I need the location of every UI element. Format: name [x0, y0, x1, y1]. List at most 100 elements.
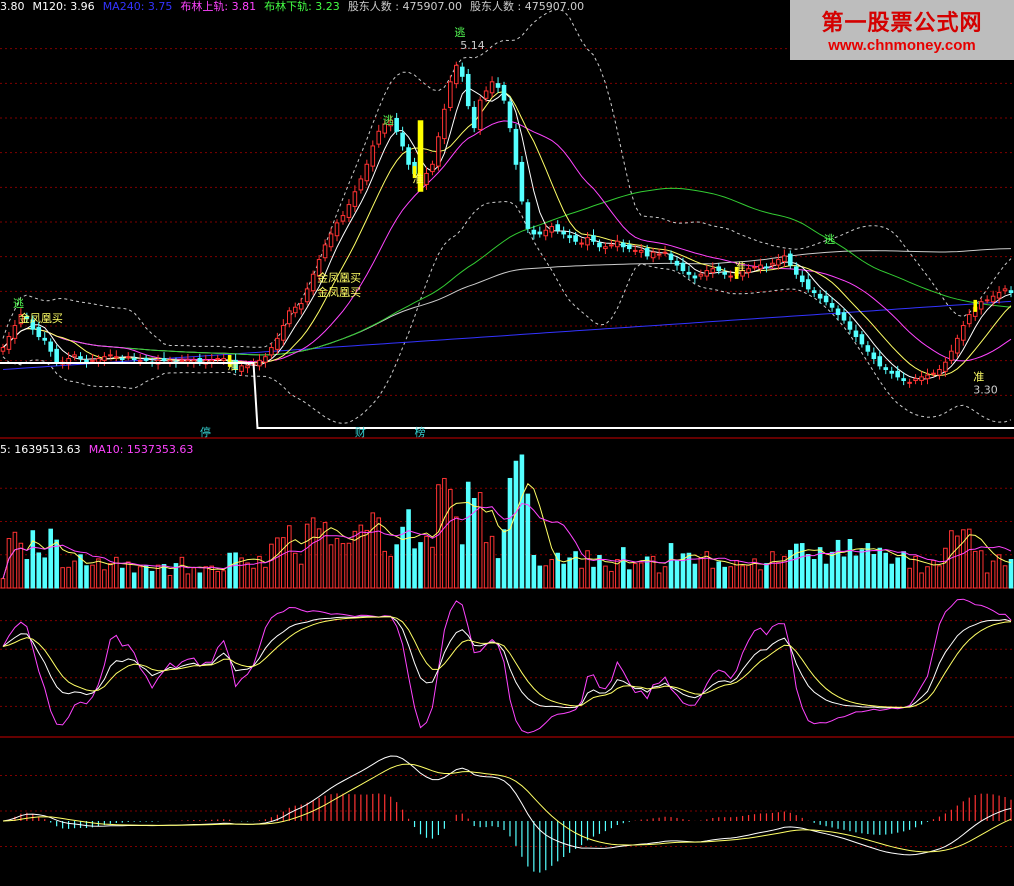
volume-bar: [281, 537, 286, 589]
candle-body: [471, 106, 477, 129]
macd-dea-line: [2, 763, 1012, 853]
volume-bar: [764, 563, 769, 589]
event-marker-label: 财: [355, 425, 366, 439]
volume-bar: [728, 566, 733, 589]
kline-chart-svg[interactable]: 逃金凤凰买准金凤凰买金凤凰买逃准逃5.14准逃准3.30停财榜: [0, 0, 1014, 882]
volume-bar: [907, 567, 912, 589]
candle-body: [984, 299, 990, 302]
candle-body: [752, 266, 757, 269]
candle-body: [334, 222, 340, 237]
candle-body: [662, 251, 668, 254]
candle-body: [931, 372, 936, 375]
volume-bar: [889, 563, 895, 589]
candle-body: [454, 64, 459, 85]
event-marker-label: 停: [200, 425, 211, 439]
chart-annotation: 逃: [383, 114, 394, 127]
candle-body: [281, 325, 286, 341]
volume-bar: [758, 569, 763, 589]
candle-body: [776, 259, 781, 266]
volume-bar: [119, 567, 125, 589]
volume-bar: [18, 542, 24, 589]
volume-bar: [102, 569, 107, 589]
candle-body: [394, 117, 399, 132]
candle-body: [615, 240, 620, 248]
candle-body: [346, 204, 352, 218]
volume-bar: [525, 493, 531, 589]
chart-annotation: 金凤凰买: [317, 271, 361, 285]
candle-body: [883, 367, 889, 371]
candle-body: [543, 229, 549, 237]
volume-bar: [996, 554, 1002, 589]
volume-bar: [263, 566, 268, 589]
volume-bar: [925, 566, 930, 589]
volume-bar: [167, 574, 173, 589]
candle-body: [298, 303, 304, 310]
candle-body: [179, 359, 185, 362]
volume-bar: [543, 565, 549, 589]
candle-body: [0, 347, 6, 352]
signal-bar: [973, 299, 978, 312]
volume-bar: [686, 552, 692, 589]
bollinger-lower-line: [2, 200, 1012, 424]
candle-body: [114, 356, 119, 359]
volume-bar: [239, 557, 244, 589]
candle-body: [406, 147, 411, 165]
candle-body: [197, 358, 203, 363]
oscillator-j-line: [2, 598, 1012, 734]
volume-bar: [60, 567, 65, 589]
volume-bar: [358, 524, 364, 589]
candle-body: [42, 337, 48, 341]
candle-body: [961, 325, 966, 341]
candle-body: [489, 81, 495, 94]
volume-bar: [406, 509, 411, 589]
candle-body: [167, 359, 173, 363]
volume-bar: [984, 572, 990, 589]
volume-bar: [978, 550, 984, 589]
volume-bar: [251, 567, 256, 589]
volume-panel-header: 5: 1639513.63 MA10: 1537353.63: [0, 443, 201, 456]
candle-body: [352, 191, 358, 207]
candle-body: [758, 264, 763, 270]
kline-chart-stage[interactable]: 逃金凤凰买准金凤凰买 金凤凰买逃准逃 5.14 准逃准 3.30 停财榜: [0, 0, 1014, 882]
oscillator-d-line: [2, 616, 1012, 708]
volume-bar: [603, 565, 608, 589]
candle-body: [465, 73, 471, 107]
volume-bar: [943, 547, 948, 589]
volume-bar: [579, 567, 584, 589]
candle-body: [650, 251, 656, 259]
watermark-title: 第一股票公式网: [821, 11, 983, 36]
volume-bar: [149, 570, 155, 589]
chart-annotation: 准: [413, 173, 424, 186]
volume-bar: [895, 557, 900, 589]
candle-body: [835, 308, 841, 316]
candle-body: [901, 378, 906, 382]
volume-bar: [621, 547, 626, 589]
candle-body: [125, 356, 131, 359]
candle-body: [84, 359, 89, 363]
candle-body: [805, 279, 811, 290]
ma10-line: [2, 91, 1012, 377]
candle-body: [436, 136, 441, 167]
candle-body: [770, 262, 775, 266]
candle-body: [955, 337, 960, 354]
candle-body: [328, 233, 334, 248]
volume-bar: [1008, 559, 1014, 589]
candle-body: [72, 354, 77, 358]
candle-body: [937, 369, 942, 376]
candle-body: [859, 334, 865, 345]
candle-body: [728, 275, 733, 278]
volume-bar: [131, 572, 137, 589]
candle-body: [340, 215, 346, 222]
volume-bar: [36, 552, 42, 589]
candle-body: [555, 224, 560, 231]
candle-body: [817, 293, 823, 299]
volume-bar: [949, 530, 954, 589]
candle-body: [996, 292, 1002, 299]
candle-body: [567, 235, 572, 239]
candle-body: [877, 356, 883, 367]
candle-body: [501, 84, 507, 101]
volume-bar: [292, 552, 298, 589]
volume-bar: [955, 535, 960, 589]
volume-bar: [483, 542, 489, 589]
header-value: MA240: 3.75: [102, 0, 173, 13]
